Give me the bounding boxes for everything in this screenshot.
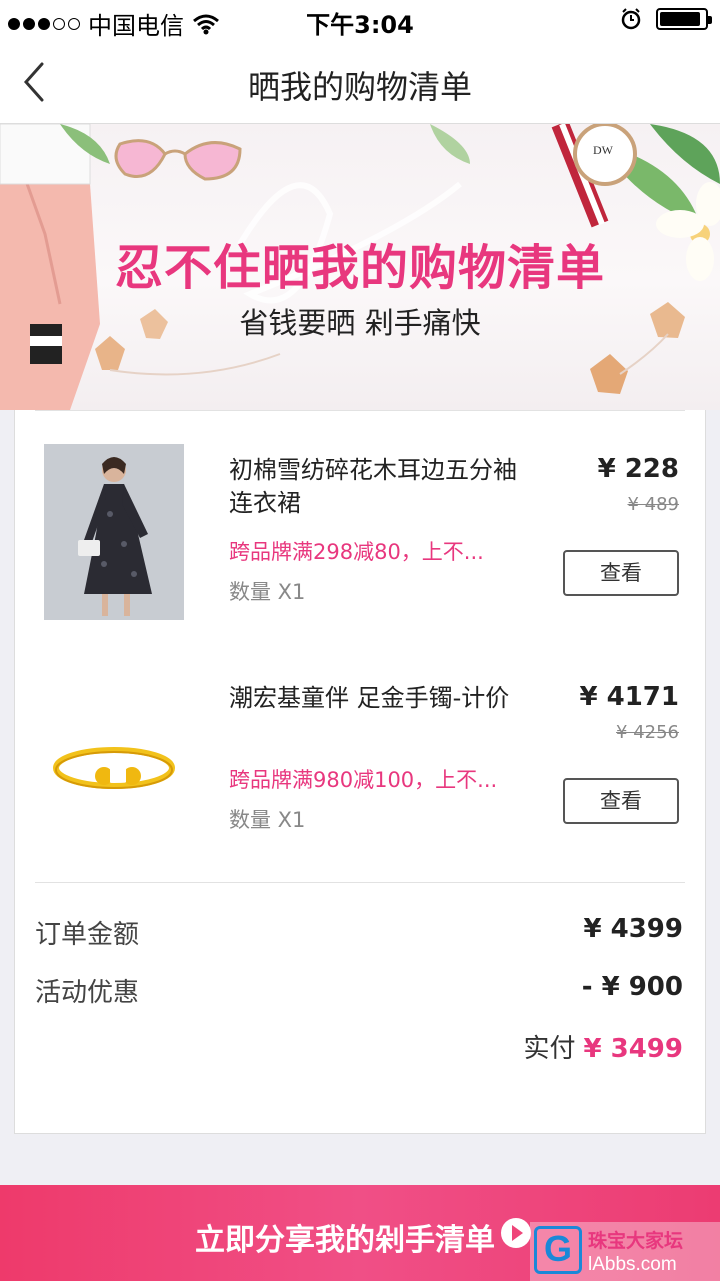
promo-text: 跨品牌满980减100，上不...	[229, 768, 498, 792]
watermark-logo: G	[534, 1226, 582, 1274]
quantity-label: 数量 X1	[229, 580, 306, 604]
battery-icon	[656, 8, 712, 30]
order-total-value: ¥ 4399	[583, 914, 683, 944]
product-image-bangle[interactable]	[44, 672, 184, 848]
status-right	[620, 8, 712, 30]
view-button[interactable]: 查看	[563, 550, 679, 596]
status-time: 下午3:04	[306, 11, 414, 39]
product-name[interactable]: 初棉雪纺碎花木耳边五分袖连衣裙	[229, 454, 519, 520]
banner-subline: 省钱要晒 剁手痛快	[239, 306, 481, 340]
discount-label: 活动优惠	[35, 978, 140, 1008]
paid-row: 实付 ¥ 3499	[523, 1028, 683, 1065]
order-item: 初棉雪纺碎花木耳边五分袖连衣裙 跨品牌满298减80，上不... 数量 X1 ¥…	[15, 410, 707, 620]
order-total-label: 订单金额	[35, 920, 140, 950]
order-item: 潮宏基童伴 足金手镯-计价 跨品牌满980减100，上不... 数量 X1 ¥ …	[15, 638, 707, 848]
discount-value: - ¥ 900	[581, 972, 683, 1002]
divider	[35, 882, 685, 883]
product-price: ¥ 4171	[579, 682, 679, 712]
promo-banner: DW 忍不住晒我的购物清单 省钱要晒 剁手痛快	[0, 124, 720, 410]
promo-text: 跨品牌满298减80，上不...	[229, 540, 484, 564]
play-arrow-icon	[501, 1218, 531, 1248]
original-price: ¥ 4256	[616, 722, 679, 743]
order-card: 初棉雪纺碎花木耳边五分袖连衣裙 跨品牌满298减80，上不... 数量 X1 ¥…	[14, 410, 706, 1134]
view-button[interactable]: 查看	[563, 778, 679, 824]
watermark-site-url: lAbbs.com	[588, 1254, 677, 1275]
gold-bangle-image	[44, 672, 184, 848]
nav-bar: 晒我的购物清单	[0, 40, 720, 124]
paid-label: 实付	[523, 1034, 576, 1064]
product-price: ¥ 228	[597, 454, 679, 484]
alarm-icon	[621, 8, 641, 30]
banner-headline: 忍不住晒我的购物清单	[114, 240, 605, 296]
svg-text:DW: DW	[593, 143, 614, 157]
status-bar: 中国电信 下午3:04	[0, 0, 720, 40]
dress-model-image	[44, 444, 184, 620]
site-watermark: G 珠宝大家坛 lAbbs.com	[530, 1222, 720, 1281]
page-title: 晒我的购物清单	[247, 68, 472, 106]
product-image-dress[interactable]	[44, 444, 184, 620]
quantity-label: 数量 X1	[229, 808, 306, 832]
paid-value: ¥ 3499	[583, 1034, 683, 1064]
original-price: ¥ 489	[627, 494, 679, 515]
watermark-site-name: 珠宝大家坛	[588, 1230, 684, 1252]
product-name[interactable]: 潮宏基童伴 足金手镯-计价	[229, 682, 519, 715]
